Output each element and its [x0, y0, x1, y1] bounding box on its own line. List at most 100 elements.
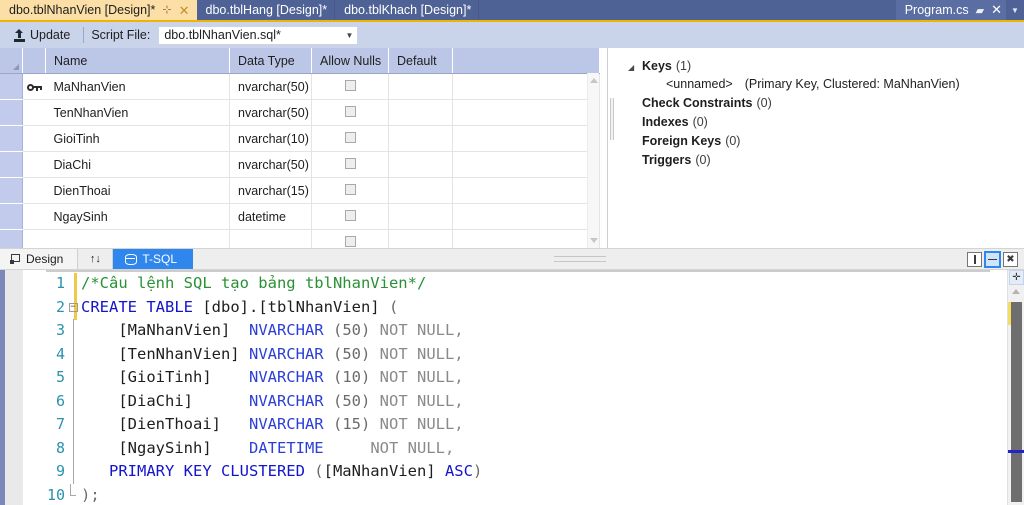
code-text[interactable]: [NgaySinh] DATETIME NOT NULL, — [81, 437, 482, 461]
code-line[interactable]: 5 [GioiTinh] NVARCHAR (10) NOT NULL, — [23, 366, 482, 390]
arrow-up-icon[interactable] — [1012, 289, 1020, 294]
allow-nulls-checkbox[interactable] — [344, 209, 356, 221]
cell-column-name[interactable]: NgaySinh — [45, 203, 230, 230]
pin-icon[interactable]: ▰ — [976, 4, 984, 17]
row-selector[interactable] — [0, 73, 23, 100]
cell-data-type[interactable]: datetime — [229, 203, 312, 230]
cell-data-type[interactable]: nvarchar(50) — [229, 151, 312, 178]
close-icon[interactable]: ✕ — [179, 4, 190, 17]
cell-default[interactable] — [388, 177, 453, 204]
allow-nulls-checkbox[interactable] — [344, 183, 356, 195]
designer-vertical-splitter[interactable] — [608, 48, 616, 248]
cell-column-name[interactable]: MaNhanVien — [45, 73, 230, 100]
cell-default[interactable] — [388, 229, 453, 248]
row-selector[interactable] — [0, 203, 23, 230]
cell-default[interactable] — [388, 125, 453, 152]
fold-column[interactable] — [65, 342, 81, 366]
table-row[interactable]: MaNhanVien nvarchar(50) — [0, 73, 600, 100]
code-line[interactable]: 8 [NgaySinh] DATETIME NOT NULL, — [23, 436, 482, 461]
arrow-up-icon[interactable] — [590, 78, 598, 83]
pin-icon[interactable]: ⊹ — [162, 4, 171, 16]
table-row[interactable]: GioiTinh nvarchar(10) — [0, 125, 600, 152]
code-text[interactable]: [DienThoai] NVARCHAR (15) NOT NULL, — [81, 413, 482, 437]
document-tab-tblhang[interactable]: dbo.tblHang [Design]* — [197, 0, 336, 20]
tree-node-primary-key[interactable]: <unnamed> (Primary Key, Clustered: MaNha… — [628, 77, 1024, 96]
grid-corner-cell[interactable] — [0, 48, 23, 74]
fold-column[interactable] — [65, 436, 81, 460]
table-row[interactable]: TenNhanVien nvarchar(50) — [0, 99, 600, 126]
horizontal-split-button[interactable] — [984, 250, 1001, 268]
swap-panes-button[interactable]: ↑↓ — [78, 249, 114, 269]
code-line[interactable]: 7 [DienThoai] NVARCHAR (15) NOT NULL, — [23, 413, 482, 437]
row-selector[interactable] — [0, 151, 23, 178]
cell-default[interactable] — [388, 99, 453, 126]
fold-column[interactable] — [65, 272, 81, 296]
tree-node-keys[interactable]: ◢ Keys (1) — [628, 58, 1024, 77]
table-row-new[interactable] — [0, 229, 600, 248]
cell-column-name[interactable]: DiaChi — [45, 151, 230, 178]
code-text[interactable]: [TenNhanVien] NVARCHAR (50) NOT NULL, — [81, 343, 482, 367]
allow-nulls-checkbox[interactable] — [344, 157, 356, 169]
editor-vertical-scrollbar[interactable]: ✛ — [1007, 270, 1024, 505]
code-text[interactable]: [GioiTinh] NVARCHAR (10) NOT NULL, — [81, 366, 482, 390]
cell-allow-nulls[interactable] — [311, 151, 389, 178]
cell-data-type[interactable]: nvarchar(50) — [229, 73, 312, 100]
row-selector[interactable] — [0, 229, 23, 248]
code-line[interactable]: 1 /*Câu lệnh SQL tạo bảng tblNhanVien*/ — [23, 272, 482, 296]
tab-tsql[interactable]: T-SQL — [113, 249, 194, 269]
allow-nulls-checkbox[interactable] — [344, 79, 356, 91]
splitter-drag-area[interactable] — [193, 249, 967, 269]
cell-data-type[interactable]: nvarchar(15) — [229, 177, 312, 204]
cell-column-name[interactable] — [45, 229, 230, 248]
document-tab-tblnhanvien[interactable]: dbo.tblNhanVien [Design]* ⊹ ✕ — [0, 0, 197, 20]
fold-column[interactable] — [65, 460, 81, 484]
grid-vertical-scrollbar[interactable] — [587, 73, 599, 248]
cell-column-name[interactable]: TenNhanVien — [45, 99, 230, 126]
cell-allow-nulls[interactable] — [311, 73, 389, 100]
vertical-split-button[interactable] — [967, 251, 982, 267]
row-selector[interactable] — [0, 99, 23, 126]
allow-nulls-checkbox[interactable] — [344, 131, 356, 143]
collapse-icon[interactable]: − — [68, 303, 78, 312]
tab-design[interactable]: Design — [0, 249, 79, 269]
update-button[interactable]: Update — [8, 26, 76, 44]
tree-node-foreign-keys[interactable]: Foreign Keys (0) — [628, 134, 1024, 153]
table-row[interactable]: NgaySinh datetime — [0, 203, 600, 230]
cell-allow-nulls[interactable] — [311, 177, 389, 204]
code-text[interactable]: CREATE TABLE [dbo].[tblNhanVien] ( — [81, 296, 482, 320]
table-row[interactable]: DienThoai nvarchar(15) — [0, 177, 600, 204]
cell-column-name[interactable]: DienThoai — [45, 177, 230, 204]
fold-column[interactable]: − — [65, 296, 81, 320]
cell-data-type[interactable]: nvarchar(10) — [229, 125, 312, 152]
code-text[interactable]: PRIMARY KEY CLUSTERED ([MaNhanVien] ASC) — [81, 460, 482, 484]
grid-column-header-allownulls[interactable]: Allow Nulls — [311, 48, 389, 74]
code-text[interactable]: /*Câu lệnh SQL tạo bảng tblNhanVien*/ — [81, 272, 482, 296]
editor-gutter[interactable] — [5, 270, 23, 505]
code-line[interactable]: 10 ); — [23, 483, 482, 505]
code-text[interactable]: ); — [81, 484, 482, 505]
cell-default[interactable] — [388, 151, 453, 178]
cell-allow-nulls[interactable] — [311, 203, 389, 230]
triangle-down-icon[interactable]: ◢ — [628, 58, 642, 77]
tree-node-triggers[interactable]: Triggers (0) — [628, 153, 1024, 172]
tree-node-check-constraints[interactable]: Check Constraints (0) — [628, 96, 1024, 115]
fold-column[interactable] — [65, 413, 81, 437]
cell-column-name[interactable]: GioiTinh — [45, 125, 230, 152]
row-selector[interactable] — [0, 125, 23, 152]
fold-column[interactable] — [65, 366, 81, 390]
scrollbar-thumb[interactable] — [1011, 302, 1022, 502]
fold-column[interactable] — [65, 389, 81, 413]
grid-column-header-name[interactable]: Name — [45, 48, 230, 74]
code-line[interactable]: 6 [DiaChi] NVARCHAR (50) NOT NULL, — [23, 389, 482, 413]
document-tab-tblkhach[interactable]: dbo.tblKhach [Design]* — [335, 0, 480, 20]
script-file-combobox[interactable]: dbo.tblNhanVien.sql* ▼ — [158, 25, 359, 45]
columns-grid[interactable]: Name Data Type Allow Nulls Default MaNha… — [0, 48, 608, 248]
cell-allow-nulls[interactable] — [311, 99, 389, 126]
tree-node-indexes[interactable]: Indexes (0) — [628, 115, 1024, 134]
cell-data-type[interactable] — [229, 229, 312, 248]
arrow-down-icon[interactable] — [590, 238, 598, 243]
editor-text-area[interactable]: 1 /*Câu lệnh SQL tạo bảng tblNhanVien*/ … — [23, 270, 1007, 505]
grid-column-header-datatype[interactable]: Data Type — [229, 48, 312, 74]
code-line[interactable]: 4 [TenNhanVien] NVARCHAR (50) NOT NULL, — [23, 342, 482, 367]
table-row[interactable]: DiaChi nvarchar(50) — [0, 151, 600, 178]
